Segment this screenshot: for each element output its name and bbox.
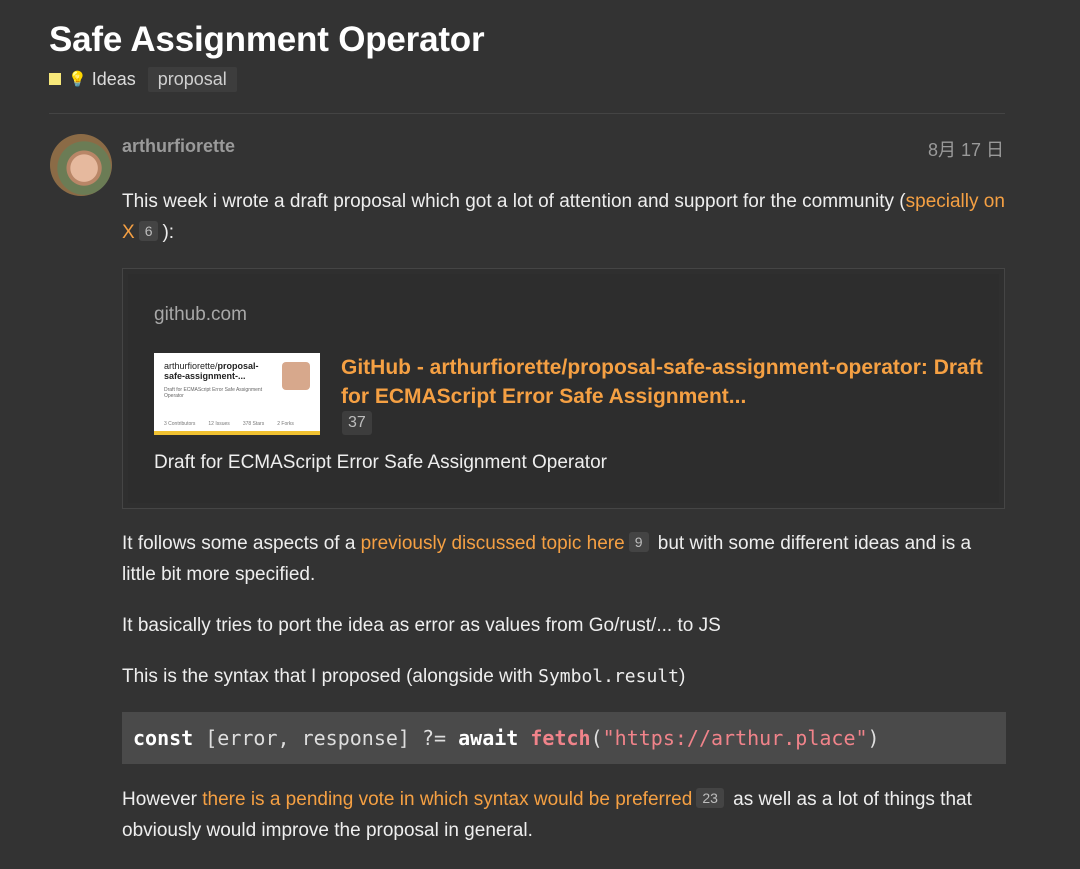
- thumbnail-avatar: [282, 362, 310, 390]
- thumbnail-stats: 3 Contributors 12 Issues 378 Stars 2 For…: [164, 421, 294, 427]
- code-text: (: [590, 726, 603, 750]
- paragraph-text: ):: [162, 222, 175, 243]
- topic-meta: 💡 Ideas proposal: [49, 66, 237, 92]
- username[interactable]: arthurfiorette: [122, 136, 235, 157]
- paragraph-text: This is the syntax that I proposed (alon…: [122, 666, 539, 687]
- post-paragraph-2: It follows some aspects of a previously …: [122, 528, 1007, 590]
- pending-vote-link[interactable]: there is a pending vote in which syntax …: [202, 789, 692, 810]
- previously-discussed-topic-link[interactable]: previously discussed topic here: [361, 533, 625, 554]
- link-click-count: 23: [696, 788, 724, 808]
- onebox-title-link[interactable]: GitHub - arthurfiorette/proposal-safe-as…: [341, 353, 991, 411]
- paragraph-text: ): [679, 666, 686, 687]
- code-keyword: await: [458, 726, 519, 750]
- onebox-description: Draft for ECMAScript Error Safe Assignme…: [154, 452, 607, 473]
- thumbnail-description: Draft for ECMAScript Error Safe Assignme…: [164, 387, 263, 399]
- topic-title: Safe Assignment Operator: [49, 20, 485, 59]
- paragraph-text: This week i wrote a draft proposal which…: [122, 191, 906, 212]
- link-click-count: 9: [628, 532, 649, 552]
- code-string: "https://arthur.place": [602, 726, 868, 750]
- code-text: [error, response] ?=: [193, 726, 459, 750]
- code-keyword: const: [133, 726, 194, 750]
- category-ideas-link[interactable]: Ideas: [92, 69, 136, 90]
- code-block[interactable]: const [error, response] ?= await fetch("…: [122, 712, 1006, 764]
- divider: [49, 113, 1005, 114]
- github-onebox: github.com arthurfiorette/proposal-safe-…: [122, 268, 1005, 509]
- paragraph-text: It follows some aspects of a: [122, 533, 361, 554]
- avatar[interactable]: [50, 134, 112, 196]
- thumbnail-title: arthurfiorette/proposal-safe-assignment-…: [164, 361, 259, 381]
- category-color-badge[interactable]: [49, 73, 61, 85]
- post-paragraph-1: This week i wrote a draft proposal which…: [122, 186, 1007, 248]
- thumbnail-language-bar: [154, 431, 320, 435]
- inline-code: Symbol.result: [538, 666, 679, 687]
- onebox-source[interactable]: github.com: [154, 304, 247, 326]
- post-paragraph-5: However there is a pending vote in which…: [122, 784, 1007, 846]
- code-text: ): [867, 726, 880, 750]
- lightbulb-icon: 💡: [68, 71, 87, 88]
- onebox-thumbnail[interactable]: arthurfiorette/proposal-safe-assignment-…: [154, 353, 320, 435]
- post-date[interactable]: 8月 17 日: [928, 136, 1004, 162]
- post-paragraph-4: This is the syntax that I proposed (alon…: [122, 661, 1007, 692]
- post-paragraph-3: It basically tries to port the idea as e…: [122, 615, 721, 636]
- tag-proposal[interactable]: proposal: [147, 66, 237, 92]
- code-function: fetch: [518, 726, 591, 750]
- link-click-count: 6: [138, 221, 159, 241]
- onebox-click-count: 37: [342, 411, 372, 435]
- paragraph-text: However: [122, 789, 203, 810]
